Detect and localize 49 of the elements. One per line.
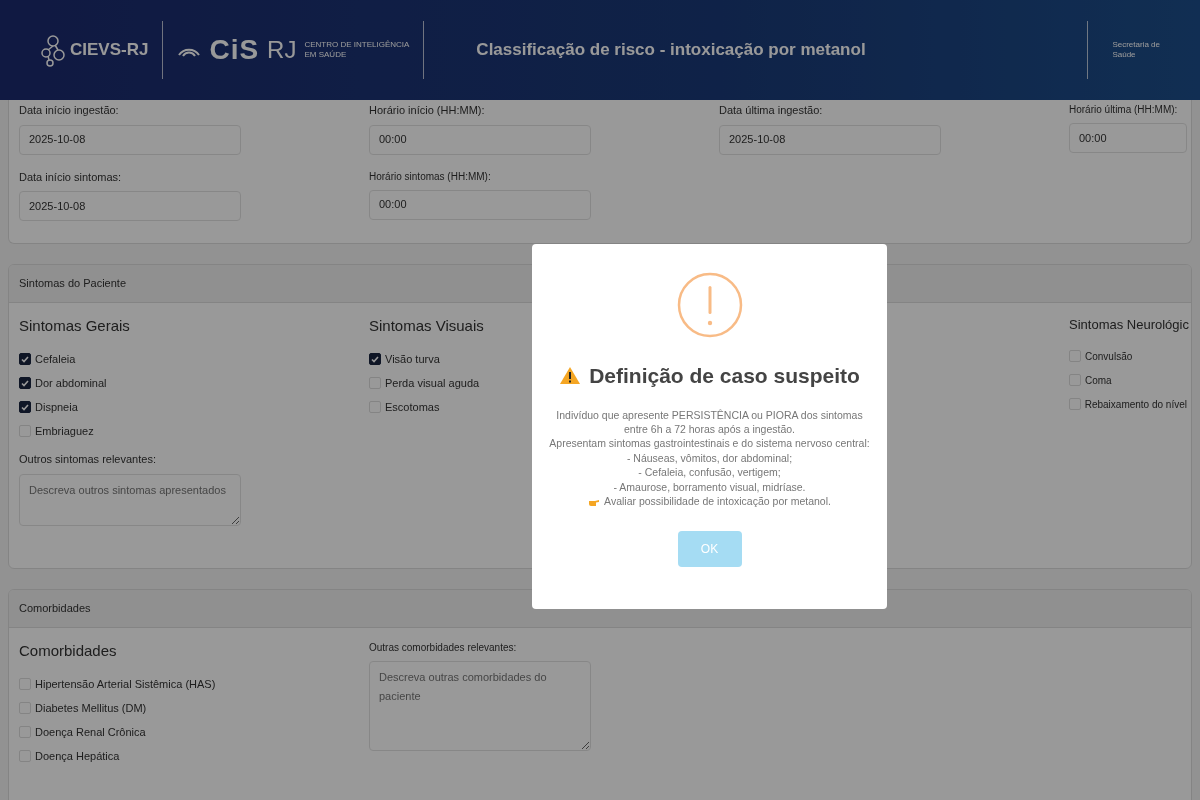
text-area[interactable]: Descreva outros sintomas apresentados [19,473,241,526]
field-label: Data início sintomas: [19,169,123,185]
checkbox-label: Dispneia [35,399,78,415]
input-field[interactable]: 2025-10-08 [719,124,941,155]
logo-suffix: RJ [267,35,297,65]
modal-text: - Cefaleia, confusão, vertigem; [637,465,782,480]
checkbox-label: Convulsão [1085,349,1133,364]
checkbox-label: Rebaixamento do nível [1084,397,1187,412]
input-field[interactable]: 2025-10-08 [19,191,241,221]
input-field[interactable]: 00:00 [369,189,591,220]
checkbox-label: Cefaleia [35,351,76,367]
input-field[interactable]: 2025-10-08 [19,124,241,155]
page-title: Classificação de risco - intoxicação por metanol [476,39,867,62]
group-title: Sintomas Gerais [19,315,131,336]
modal-text: Avaliar possibilidade de intoxicação por metanol. [604,494,831,509]
modal-text: Indivíduo que apresente PERSISTÊNCIA ou PIORA dos sintomas entre 6h a 72 horas após a ingestão. [555,407,864,437]
group-title: Comorbidades [19,640,118,661]
org-name: Saúde [1112,50,1137,61]
modal-text: Apresentam sintomas gastrointestinais e do sistema nervoso central: [548,436,871,451]
checkbox-label: Dor abdominal [35,375,107,391]
org-name: Secretaria de [1112,39,1160,50]
logo-text: CIEVS-RJ [70,39,149,62]
field-label: Horário sintomas (HH:MM): [369,169,492,184]
modal-text: - Náuseas, vômitos, dor abdominal; [625,450,794,466]
checkbox-label: Escotomas [385,399,440,415]
input-field[interactable]: 00:00 [1069,123,1187,153]
field-label: Horário início (HH:MM): [369,103,486,118]
checkbox-label: Hipertensão Arterial Sistêmica (HAS) [35,676,216,692]
input-field[interactable]: 00:00 [369,124,591,155]
logo-mark: CiS [209,33,260,67]
field-label: Data última ingestão: [719,103,824,118]
field-label: Horário última (HH:MM): [1069,103,1179,117]
group-title: Sintomas Visuais [369,315,485,336]
checkbox-label: Doença Hepática [35,748,120,764]
checkbox-label: Coma [1085,373,1112,388]
checkbox-label: Diabetes Mellitus (DM) [35,700,147,716]
modal-title: Definição de caso suspeito [589,363,860,389]
logo-caption: EM SAÚDE [304,50,348,61]
logo-caption: CENTRO DE INTELIGÊNCIA [304,39,410,50]
checkbox-label: Embriaguez [35,423,94,439]
text-area[interactable]: Descreva outras comorbidades do paciente [369,660,591,751]
field-label: Outros sintomas relevantes: [19,452,157,467]
group-title: Sintomas Neurológic [1069,315,1187,334]
field-label: Outras comorbidades relevantes: [369,640,518,655]
checkbox-label: Visão turva [385,351,440,367]
field-label: Data início ingestão: [19,103,120,118]
checkbox-label: Perda visual aguda [385,375,480,391]
checkbox-label: Doença Renal Crônica [35,724,146,740]
modal-text: - Amaurose, borramento visual, midríase. [612,479,807,495]
